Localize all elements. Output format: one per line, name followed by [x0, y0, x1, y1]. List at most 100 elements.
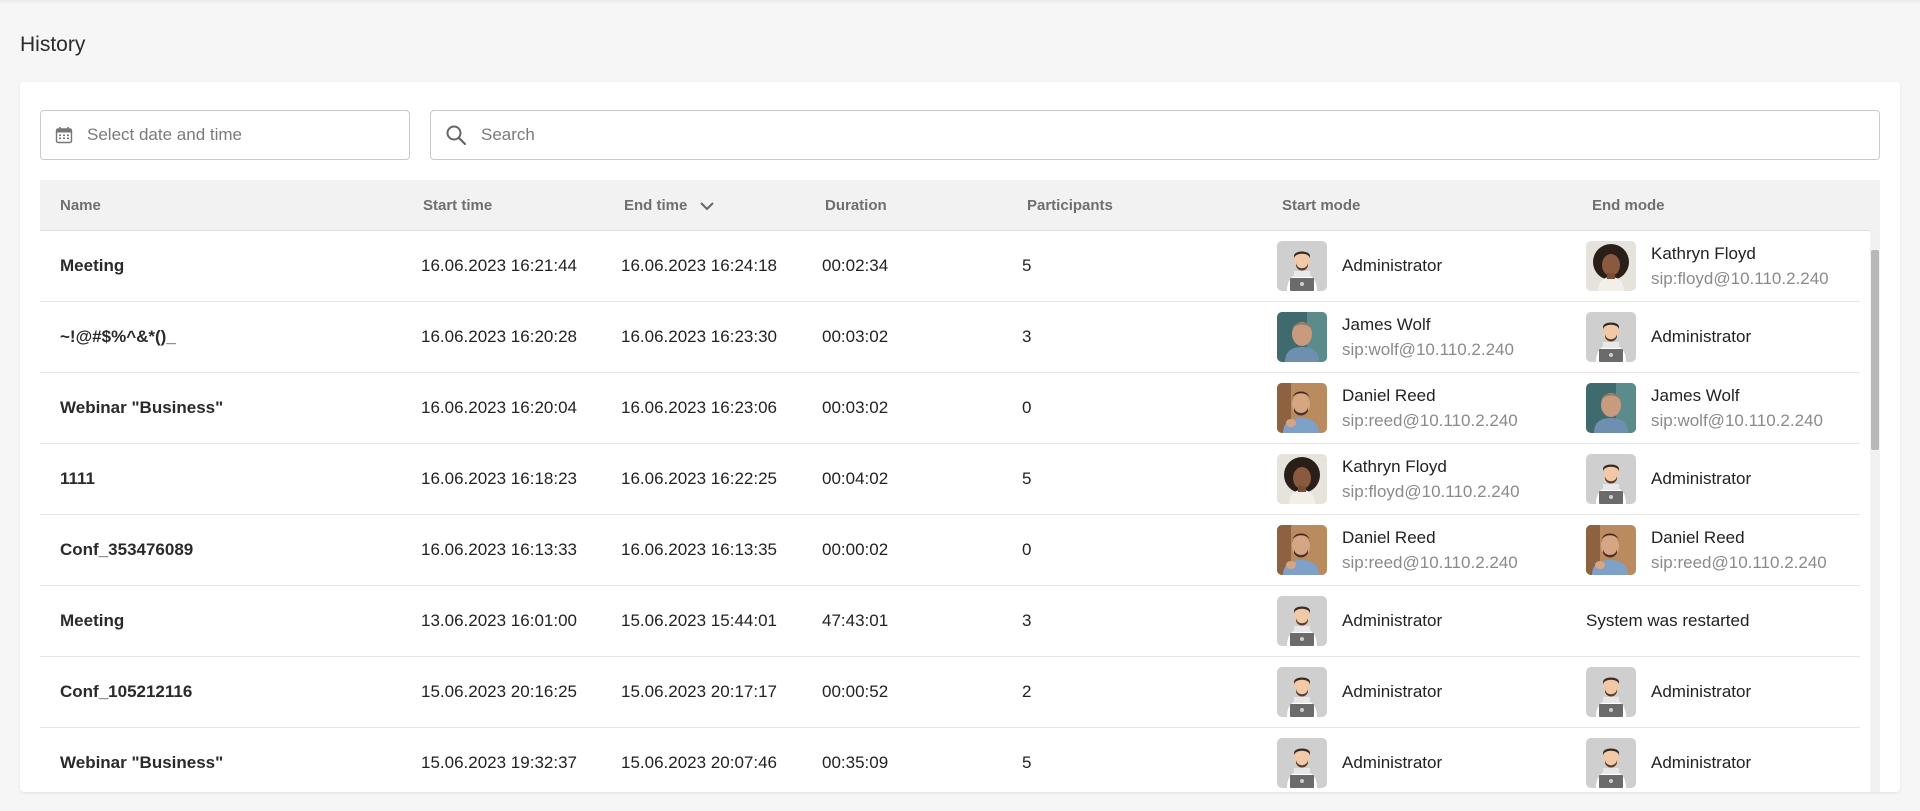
participant: Administrator	[1586, 667, 1751, 717]
cell-start-mode: Daniel Reed sip:reed@10.110.2.240	[1277, 515, 1518, 585]
column-header-label: Duration	[825, 197, 887, 214]
cell-end-time: 16.06.2023 16:13:35	[621, 540, 777, 559]
table-row[interactable]: Meeting 13.06.2023 16:01:00 15.06.2023 15:…	[40, 586, 1860, 657]
avatar	[1277, 667, 1327, 717]
cell-duration: 00:00:02	[822, 540, 889, 559]
table-row[interactable]: Meeting 16.06.2023 16:21:44 16.06.2023 16:…	[40, 231, 1860, 302]
scrollbar[interactable]	[1870, 230, 1880, 792]
participant: Administrator	[1586, 738, 1751, 788]
cell-end-mode: Administrator	[1586, 728, 1751, 792]
participant-name: Administrator	[1651, 753, 1752, 772]
column-header-name[interactable]: Name	[60, 180, 101, 231]
cell-end-time: 16.06.2023 16:22:25	[621, 469, 777, 488]
cell-end-mode: Administrator	[1586, 302, 1751, 372]
cell-start-mode: Administrator	[1277, 231, 1442, 301]
avatar	[1586, 312, 1636, 362]
avatar	[1277, 738, 1327, 788]
date-picker-field[interactable]	[40, 110, 410, 160]
search-field[interactable]	[430, 110, 1880, 160]
avatar	[1586, 241, 1636, 291]
participant-name: Kathryn Floyd	[1651, 243, 1756, 263]
cell-name: Meeting	[60, 256, 125, 275]
cell-end-mode: System was restarted	[1586, 586, 1749, 656]
cell-start-time: 16.06.2023 16:13:33	[421, 540, 577, 559]
search-input[interactable]	[481, 111, 1879, 159]
table-row[interactable]: Webinar "Business" 15.06.2023 19:32:37 15.…	[40, 728, 1860, 792]
avatar	[1277, 383, 1327, 433]
end-mode-status: System was restarted	[1586, 611, 1750, 630]
column-header-end-mode[interactable]: End mode	[1592, 180, 1665, 231]
chevron-down-icon[interactable]	[699, 201, 715, 211]
cell-end-time: 15.06.2023 15:44:01	[621, 611, 777, 630]
cell-start-mode: Kathryn Floyd sip:floyd@10.110.2.240	[1277, 444, 1520, 514]
column-header-label: Start mode	[1282, 197, 1361, 214]
cell-start-mode: Administrator	[1277, 728, 1442, 792]
table-row[interactable]: Conf_353476089 16.06.2023 16:13:33 16.06.2…	[40, 515, 1860, 586]
participant-name: Administrator	[1651, 682, 1752, 701]
participant: Administrator	[1277, 738, 1442, 788]
cell-participants: 3	[1022, 327, 1032, 346]
column-header-label: Name	[60, 197, 101, 214]
history-card: Name Start time End time Duration Partic…	[20, 82, 1900, 792]
participant-name: Kathryn Floyd	[1342, 456, 1447, 476]
participant: Kathryn Floyd sip:floyd@10.110.2.240	[1586, 241, 1829, 291]
search-icon	[445, 124, 467, 146]
table-row[interactable]: Webinar "Business" 16.06.2023 16:20:04 16.…	[40, 373, 1860, 444]
cell-duration: 00:04:02	[822, 469, 889, 488]
participant: Administrator	[1586, 312, 1751, 362]
participant-sip-address: sip:wolf@10.110.2.240	[1651, 410, 1823, 430]
history-table: Name Start time End time Duration Partic…	[40, 180, 1880, 792]
cell-end-time: 15.06.2023 20:17:17	[621, 682, 777, 701]
column-header-start-mode[interactable]: Start mode	[1282, 180, 1360, 231]
cell-end-time: 16.06.2023 16:23:06	[621, 398, 777, 417]
participant-name: Daniel Reed	[1342, 385, 1436, 405]
cell-end-mode: Administrator	[1586, 657, 1751, 727]
cell-participants: 0	[1022, 398, 1032, 417]
table-row[interactable]: Conf_105212116 15.06.2023 20:16:25 15.06.2…	[40, 657, 1860, 728]
cell-end-mode: Daniel Reed sip:reed@10.110.2.240	[1586, 515, 1827, 585]
avatar	[1277, 525, 1327, 575]
cell-name: Conf_105212116	[60, 682, 193, 701]
column-header-participants[interactable]: Participants	[1027, 180, 1113, 231]
column-header-start-time[interactable]: Start time	[423, 180, 492, 231]
scrollbar-thumb[interactable]	[1871, 250, 1879, 450]
avatar	[1586, 383, 1636, 433]
cell-duration: 00:02:34	[822, 256, 889, 275]
table-header: Name Start time End time Duration Partic…	[40, 180, 1880, 231]
participant: Kathryn Floyd sip:floyd@10.110.2.240	[1277, 454, 1520, 504]
cell-start-time: 16.06.2023 16:20:28	[421, 327, 577, 346]
page-title: History	[20, 33, 86, 56]
avatar	[1586, 667, 1636, 717]
column-header-end-time[interactable]: End time	[624, 180, 715, 231]
cell-name: Webinar "Business"	[60, 753, 224, 772]
participant-name: Administrator	[1342, 611, 1443, 630]
cell-start-time: 16.06.2023 16:20:04	[421, 398, 577, 417]
cell-name: Conf_353476089	[60, 540, 194, 559]
cell-duration: 00:03:02	[822, 398, 889, 417]
cell-name: Meeting	[60, 611, 125, 630]
cell-start-mode: Daniel Reed sip:reed@10.110.2.240	[1277, 373, 1518, 443]
cell-participants: 5	[1022, 469, 1032, 488]
table-row[interactable]: ~!@#$%^&*()_ 16.06.2023 16:20:28 16.06.202…	[40, 302, 1860, 373]
avatar	[1277, 241, 1327, 291]
avatar	[1586, 738, 1636, 788]
table-row[interactable]: 1111 16.06.2023 16:18:23 16.06.2023 16:22:…	[40, 444, 1860, 515]
cell-start-mode: Administrator	[1277, 657, 1442, 727]
participant-name: Daniel Reed	[1342, 527, 1436, 547]
column-header-duration[interactable]: Duration	[825, 180, 887, 231]
date-input[interactable]	[87, 111, 409, 159]
cell-start-time: 15.06.2023 20:16:25	[421, 682, 577, 701]
cell-end-mode: James Wolf sip:wolf@10.110.2.240	[1586, 373, 1823, 443]
cell-end-time: 16.06.2023 16:23:30	[621, 327, 777, 346]
cell-start-mode: Administrator	[1277, 586, 1442, 656]
participant: Daniel Reed sip:reed@10.110.2.240	[1586, 525, 1827, 575]
participant-name: Daniel Reed	[1651, 527, 1745, 547]
cell-start-mode: James Wolf sip:wolf@10.110.2.240	[1277, 302, 1514, 372]
cell-end-mode: Kathryn Floyd sip:floyd@10.110.2.240	[1586, 231, 1829, 301]
cell-name: 1111	[60, 469, 96, 488]
participant-sip-address: sip:floyd@10.110.2.240	[1342, 481, 1520, 501]
participant: Administrator	[1277, 241, 1442, 291]
calendar-icon[interactable]	[55, 126, 73, 144]
participant-sip-address: sip:reed@10.110.2.240	[1342, 552, 1518, 572]
participant-sip-address: sip:floyd@10.110.2.240	[1651, 268, 1829, 288]
